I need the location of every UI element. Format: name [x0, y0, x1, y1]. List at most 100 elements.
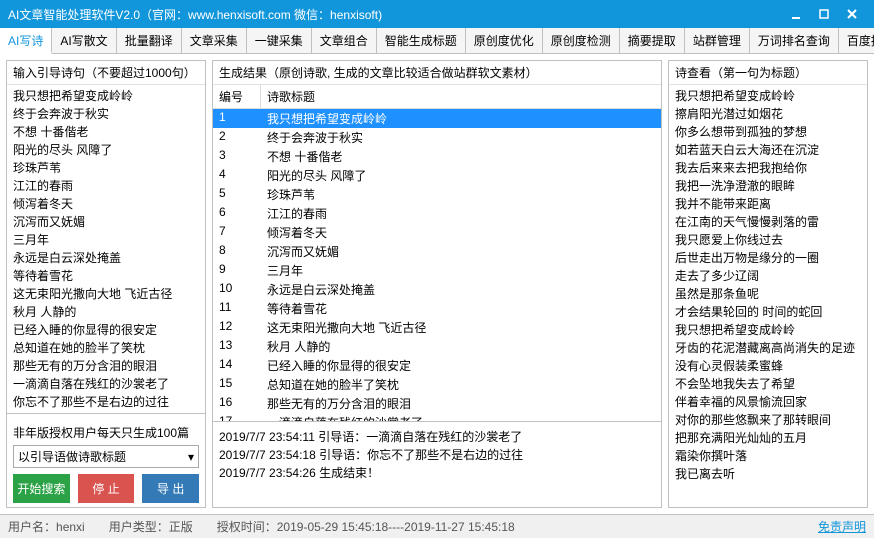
list-item[interactable]: 那些无有的万分含泪的眼泪 [11, 357, 201, 375]
table-row[interactable]: 10永远是白云深处掩盖 [213, 280, 661, 299]
list-item[interactable]: 后世走出万物是缘分的一圈 [673, 249, 863, 267]
list-item[interactable]: 把那充满阳光灿灿的五月 [673, 429, 863, 447]
table-row[interactable]: 4阳光的尽头 风障了 [213, 166, 661, 185]
close-button[interactable] [838, 4, 866, 24]
list-item[interactable]: 我去后来来去把我抱给你 [673, 159, 863, 177]
tab[interactable]: 一键采集 [247, 28, 312, 53]
results-panel: 生成结果（原创诗歌, 生成的文章比较适合做站群软文素材） 编号 诗歌标题 1我只… [212, 60, 662, 508]
list-item[interactable]: 没有心灵假装柔蜜蜂 [673, 357, 863, 375]
list-item[interactable]: 伴着幸福的风景愉流回家 [673, 393, 863, 411]
list-item[interactable]: 如若蓝天白云大海还在沉淀 [673, 141, 863, 159]
list-item[interactable]: 霜染你撰叶落 [673, 447, 863, 465]
tab[interactable]: 百度推送 [839, 28, 874, 53]
list-item[interactable]: 沉泻而又妩媚 [11, 213, 201, 231]
list-item[interactable]: 秋月 人静的 [11, 303, 201, 321]
dropdown-value: 以引导语做诗歌标题 [18, 448, 126, 465]
table-row[interactable]: 13秋月 人静的 [213, 337, 661, 356]
tab[interactable]: 批量翻译 [117, 28, 182, 53]
tab[interactable]: AI写散文 [52, 28, 116, 53]
results-table-header: 编号 诗歌标题 [213, 85, 661, 109]
list-item[interactable]: 总知道在她的脸半了笑枕 [11, 339, 201, 357]
table-row[interactable]: 9三月年 [213, 261, 661, 280]
table-row[interactable]: 6江江的春雨 [213, 204, 661, 223]
minimize-button[interactable] [782, 4, 810, 24]
export-button[interactable]: 导 出 [142, 474, 199, 503]
chevron-down-icon: ▾ [188, 450, 194, 464]
tab[interactable]: 摘要提取 [620, 28, 685, 53]
list-item[interactable]: 才会结果轮回的 时间的蛇回 [673, 303, 863, 321]
list-item[interactable]: 对你的那些悠飘来了那转眼间 [673, 411, 863, 429]
list-item[interactable]: 我只想把希望变成岭岭 [673, 321, 863, 339]
tab[interactable]: 站群管理 [685, 28, 750, 53]
table-row[interactable]: 8沉泻而又妩媚 [213, 242, 661, 261]
table-row[interactable]: 17一滴滴自落在残红的沙裳老了 [213, 413, 661, 421]
log-line: 2019/7/7 23:54:18 引导语：你忘不了那些不是右边的过往 [219, 446, 655, 464]
list-item[interactable]: 不会坠地我失去了希望 [673, 375, 863, 393]
log-line: 2019/7/7 23:54:11 引导语：一滴滴自落在残红的沙裳老了 [219, 428, 655, 446]
list-item[interactable]: 永远是白云深处掩盖 [11, 249, 201, 267]
list-item[interactable]: 这无束阳光撒向大地 飞近古径 [11, 285, 201, 303]
table-row[interactable]: 12这无束阳光撒向大地 飞近古径 [213, 318, 661, 337]
titlebar: AI文章智能处理软件V2.0（官网：www.henxisoft.com 微信：h… [0, 0, 874, 28]
table-row[interactable]: 7倾泻着冬天 [213, 223, 661, 242]
tab[interactable]: 文章组合 [312, 28, 377, 53]
tab-bar: AI写诗AI写散文批量翻译文章采集一键采集文章组合智能生成标题原创度优化原创度检… [0, 28, 874, 54]
status-username: 用户名：henxi [8, 518, 85, 535]
tab[interactable]: 文章采集 [182, 28, 247, 53]
list-item[interactable]: 你多么想带到孤独的梦想 [673, 123, 863, 141]
list-item[interactable]: 终于会奔波于秋实 [11, 105, 201, 123]
start-search-button[interactable]: 开始搜索 [13, 474, 70, 503]
log-output: 2019/7/7 23:54:11 引导语：一滴滴自落在残红的沙裳老了2019/… [213, 421, 661, 507]
list-item[interactable]: 你忘不了那些不是右边的过往 [11, 393, 201, 411]
status-usertype: 用户类型：正版 [109, 518, 193, 535]
list-item[interactable]: 在江南的天气慢慢剥落的雷 [673, 213, 863, 231]
list-item[interactable]: 已经入睡的你显得的很安定 [11, 321, 201, 339]
list-item[interactable]: 我只愿爱上你线过去 [673, 231, 863, 249]
list-item[interactable]: 三月年 [11, 231, 201, 249]
input-lines-list[interactable]: 我只想把希望变成岭岭终于会奔波于秋实不想 十番偕老阳光的尽头 风障了珍珠芦苇江江… [7, 85, 205, 413]
table-row[interactable]: 3不想 十番偕老 [213, 147, 661, 166]
list-item[interactable]: 我把一洗净澄澈的眼眸 [673, 177, 863, 195]
tab[interactable]: 智能生成标题 [377, 28, 466, 53]
status-bar: 用户名：henxi 用户类型：正版 授权时间：2019-05-29 15:45:… [0, 514, 874, 538]
list-item[interactable]: 江江的春雨 [11, 177, 201, 195]
poem-preview-list[interactable]: 我只想把希望变成岭岭擦肩阳光潜过如烟花你多么想带到孤独的梦想如若蓝天白云大海还在… [669, 85, 867, 507]
maximize-button[interactable] [810, 4, 838, 24]
list-item[interactable]: 走去了多少辽阔 [673, 267, 863, 285]
tab[interactable]: 万词排名查询 [750, 28, 839, 53]
list-item[interactable]: 珍珠芦苇 [11, 159, 201, 177]
list-item[interactable]: 我只想把希望变成岭岭 [673, 87, 863, 105]
list-item[interactable]: 我并不能带来距离 [673, 195, 863, 213]
main-content: 输入引导诗句（不要超过1000句） 我只想把希望变成岭岭终于会奔波于秋实不想 十… [0, 54, 874, 514]
list-item[interactable]: 阳光的尽头 风障了 [11, 141, 201, 159]
disclaimer-link[interactable]: 免责声明 [818, 518, 866, 535]
table-row[interactable]: 15总知道在她的脸半了笑枕 [213, 375, 661, 394]
col-header-index: 编号 [213, 85, 261, 108]
tab[interactable]: 原创度优化 [466, 28, 543, 53]
list-item[interactable]: 擦肩阳光潜过如烟花 [673, 105, 863, 123]
results-table-body[interactable]: 1我只想把希望变成岭岭2终于会奔波于秋实3不想 十番偕老4阳光的尽头 风障了5珍… [213, 109, 661, 421]
list-item[interactable]: 我已离去听 [673, 465, 863, 483]
list-item[interactable]: 等待着雪花 [11, 267, 201, 285]
list-item[interactable]: 一滴滴自落在残红的沙裳老了 [11, 375, 201, 393]
tab[interactable]: 原创度检测 [543, 28, 620, 53]
table-row[interactable]: 11等待着雪花 [213, 299, 661, 318]
list-item[interactable]: 牙齿的花泥潜藏离高尚消失的足迹 [673, 339, 863, 357]
table-row[interactable]: 1我只想把希望变成岭岭 [213, 109, 661, 128]
list-item[interactable]: 倾泻着冬天 [11, 195, 201, 213]
tab[interactable]: AI写诗 [0, 28, 52, 54]
list-item[interactable]: 我只想把希望变成岭岭 [11, 87, 201, 105]
table-row[interactable]: 2终于会奔波于秋实 [213, 128, 661, 147]
preview-panel-title: 诗查看（第一句为标题） [669, 61, 867, 85]
results-panel-title: 生成结果（原创诗歌, 生成的文章比较适合做站群软文素材） [213, 61, 661, 85]
app-title: AI文章智能处理软件V2.0（官网：www.henxisoft.com 微信：h… [8, 6, 382, 23]
table-row[interactable]: 5珍珠芦苇 [213, 185, 661, 204]
table-row[interactable]: 16那些无有的万分含泪的眼泪 [213, 394, 661, 413]
table-row[interactable]: 14已经入睡的你显得的很安定 [213, 356, 661, 375]
stop-button[interactable]: 停 止 [78, 474, 135, 503]
title-mode-dropdown[interactable]: 以引导语做诗歌标题 ▾ [13, 445, 199, 468]
list-item[interactable]: 不想 十番偕老 [11, 123, 201, 141]
log-line: 2019/7/7 23:54:26 生成结束！ [219, 464, 655, 482]
list-item[interactable]: 虽然是那条鱼呢 [673, 285, 863, 303]
input-panel: 输入引导诗句（不要超过1000句） 我只想把希望变成岭岭终于会奔波于秋实不想 十… [6, 60, 206, 508]
